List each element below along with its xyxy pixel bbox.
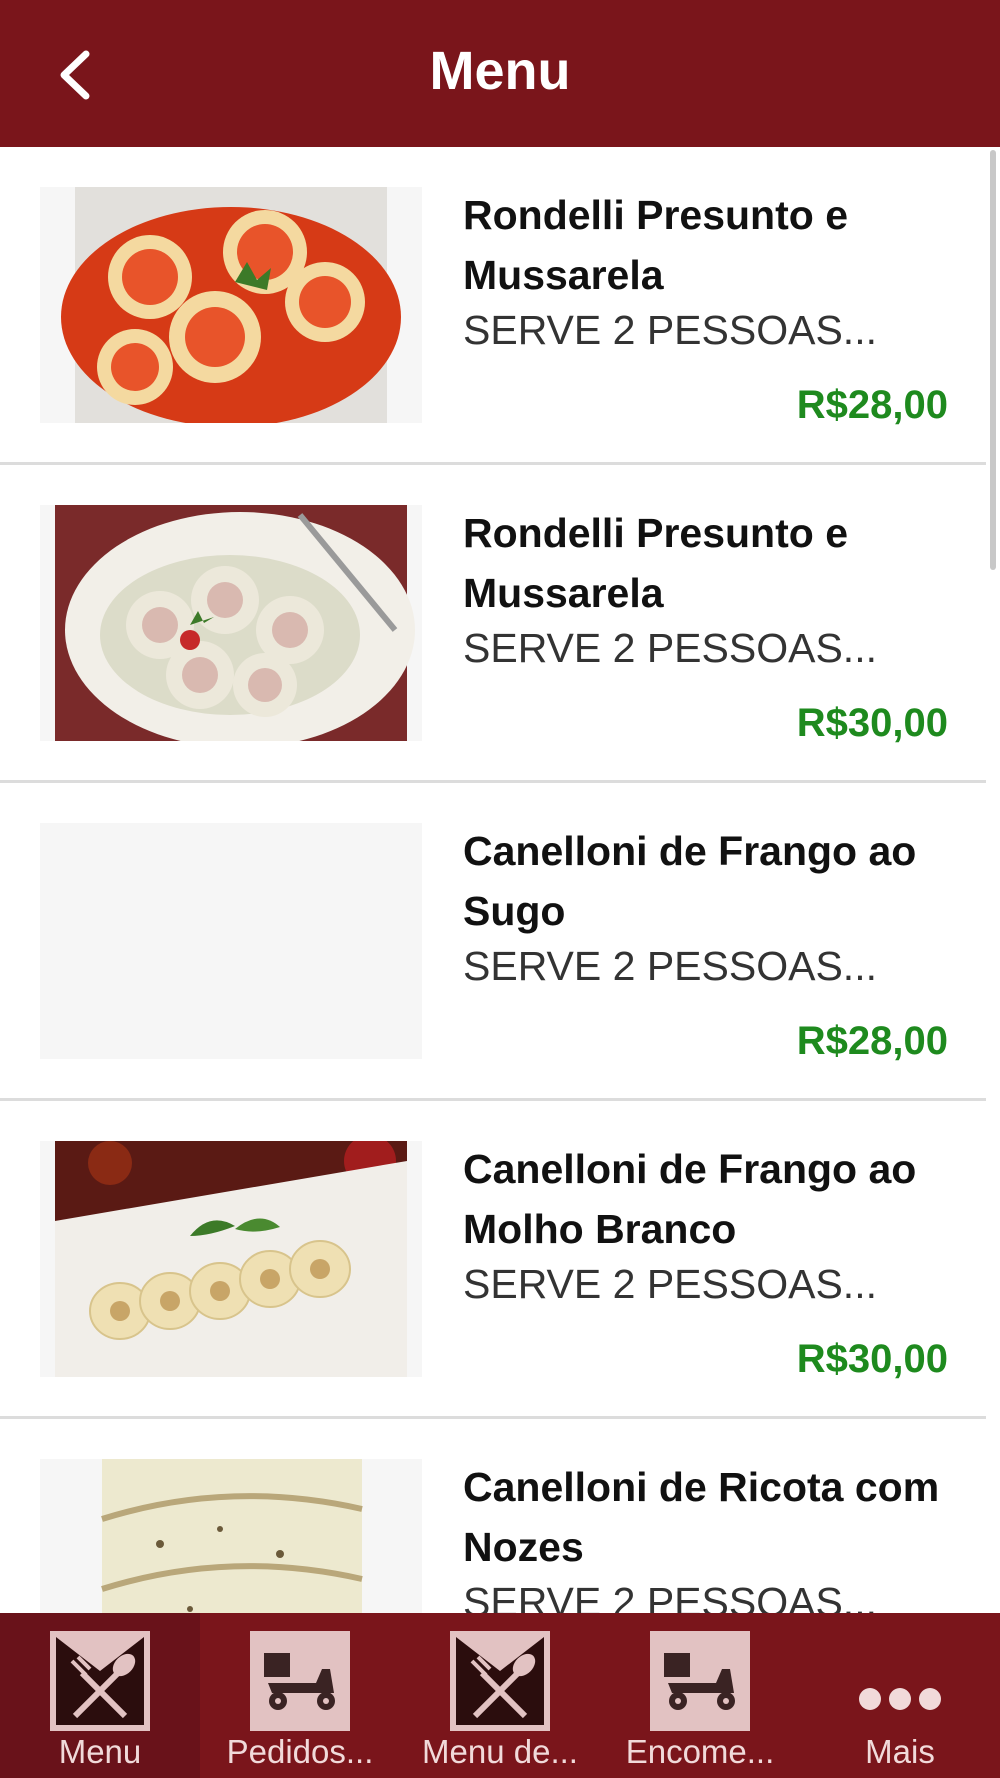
dish-price: R$28,00 — [796, 383, 948, 427]
list-item[interactable]: Rondelli Presunto e Mussarela SERVE 2 PE… — [0, 147, 986, 465]
dish-description: SERVE 2 PESSOAS... — [463, 1261, 877, 1307]
list-item[interactable]: Canelloni de Frango ao Sugo SERVE 2 PESS… — [0, 783, 986, 1101]
dish-name: Canelloni de Ricota com Nozes — [463, 1464, 940, 1570]
dish-price: R$30,00 — [796, 701, 948, 745]
fork-spoon-icon — [50, 1631, 150, 1731]
dish-name: Canelloni de Frango ao Sugo — [463, 828, 917, 934]
dish-description: SERVE 2 PESSOAS... — [463, 307, 877, 353]
dish-name: Rondelli Presunto e Mussarela — [463, 192, 848, 298]
dish-image — [40, 187, 422, 423]
list-item[interactable]: Rondelli Presunto e Mussarela SERVE 2 PE… — [0, 465, 986, 783]
dish-price: R$28,00 — [796, 1019, 948, 1063]
bottom-tab-bar: Menu Pedidos... Menu de... Encome... Mai… — [0, 1613, 1000, 1778]
dish-name: Canelloni de Frango ao Molho Branco — [463, 1146, 917, 1252]
scrollbar[interactable] — [990, 150, 996, 570]
list-item[interactable]: Canelloni de Ricota com Nozes SERVE 2 PE… — [0, 1419, 986, 1613]
page-title: Menu — [429, 41, 571, 101]
tab-mais[interactable]: Mais — [800, 1613, 1000, 1778]
delivery-scooter-icon — [250, 1631, 350, 1731]
dish-description: SERVE 2 PESSOAS... — [463, 1579, 877, 1613]
tab-pedidos[interactable]: Pedidos... — [200, 1613, 400, 1778]
more-dots-icon — [859, 1688, 941, 1710]
dish-price: R$30,00 — [796, 1337, 948, 1381]
dish-image — [40, 1459, 422, 1613]
fork-spoon-icon — [450, 1631, 550, 1731]
menu-list[interactable]: Rondelli Presunto e Mussarela SERVE 2 PE… — [0, 147, 986, 1613]
dish-name: Rondelli Presunto e Mussarela — [463, 510, 848, 616]
tab-encomendas[interactable]: Encome... — [600, 1613, 800, 1778]
dish-description: SERVE 2 PESSOAS... — [463, 625, 877, 671]
tab-label: Mais — [865, 1733, 935, 1770]
list-item[interactable]: Canelloni de Frango ao Molho Branco SERV… — [0, 1101, 986, 1419]
tab-label: Pedidos... — [226, 1733, 374, 1770]
tab-label: Encome... — [625, 1733, 775, 1770]
dish-image-placeholder — [40, 823, 422, 1059]
tab-label: Menu de... — [422, 1733, 578, 1770]
top-bar: Menu — [0, 0, 1000, 147]
dish-image — [40, 1141, 422, 1377]
delivery-scooter-icon — [650, 1631, 750, 1731]
tab-menu-de[interactable]: Menu de... — [400, 1613, 600, 1778]
dish-description: SERVE 2 PESSOAS... — [463, 943, 877, 989]
tab-menu[interactable]: Menu — [0, 1613, 200, 1778]
tab-label: Menu — [58, 1733, 142, 1770]
dish-image — [40, 505, 422, 741]
